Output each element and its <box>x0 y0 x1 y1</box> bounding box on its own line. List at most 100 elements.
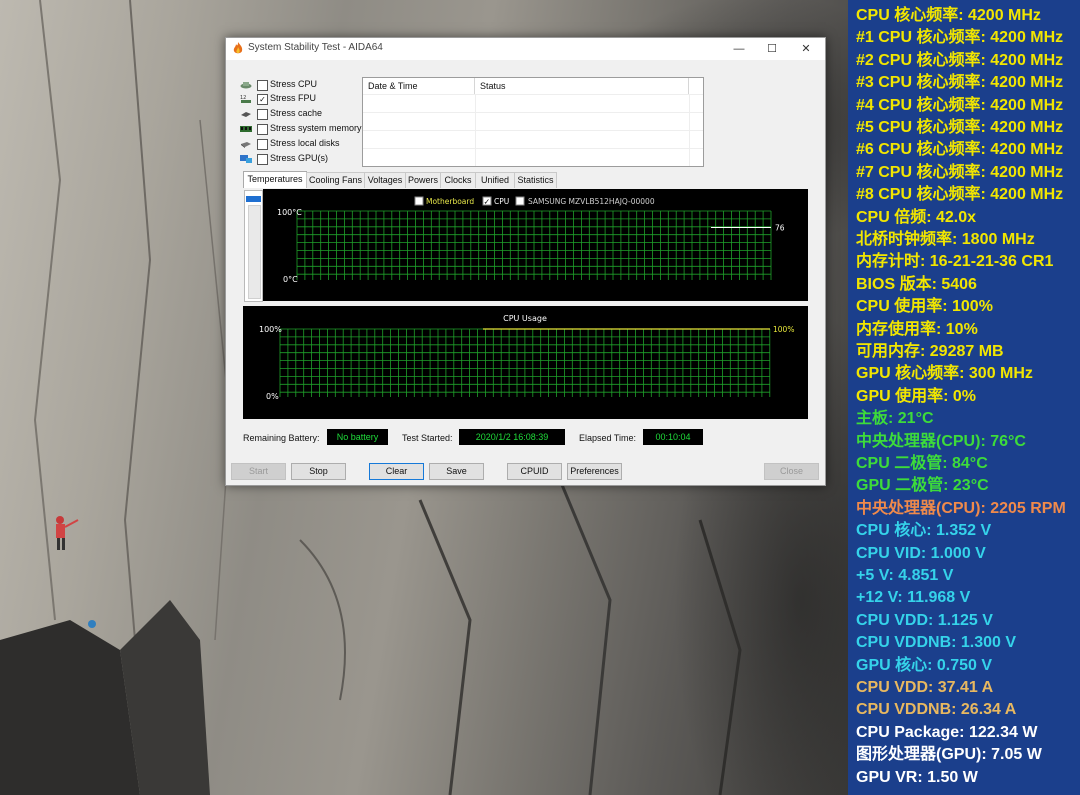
osd-sensor-line: CPU VDD: 37.41 A <box>856 679 994 696</box>
cpu-chip-icon <box>240 82 252 89</box>
close-window-button[interactable]: ✕ <box>789 38 823 60</box>
osd-sensor-line: GPU VR: 1.50 W <box>856 768 978 786</box>
legend-ssd-checkbox[interactable] <box>515 196 525 206</box>
stress-disks-checkbox[interactable] <box>257 139 268 150</box>
osd-sensor-line: 内存计时: 16-21-21-36 CR1 <box>856 253 1054 271</box>
column-status[interactable]: Status <box>475 78 689 94</box>
osd-sensor-line: CPU VDDNB: 26.34 A <box>856 701 1017 719</box>
cpu-usage-graph-canvas: CPU Usage 100% 0% 100% <box>259 314 794 401</box>
cpu-y-min-label: 0% <box>266 392 279 401</box>
window-title: System Stability Test - AIDA64 <box>248 42 383 53</box>
maximize-button[interactable]: ☐ <box>755 38 789 60</box>
close-button[interactable]: Close <box>764 463 819 480</box>
osd-sensor-line: GPU 核心: 0.750 V <box>856 656 993 674</box>
stress-cache-label: Stress cache <box>270 108 323 118</box>
osd-sensor-line: 可用内存: 29287 MB <box>856 343 1004 360</box>
cpu-usage-graph: CPU Usage 100% 0% 100% <box>243 306 808 419</box>
tab-statistics[interactable]: Statistics <box>514 172 557 188</box>
title-bar[interactable]: System Stability Test - AIDA64 — ☐ ✕ <box>226 38 825 60</box>
temperature-graph-canvas: 100°C 0°C Motherboard ✓ CPU SAMSUNG MZVL… <box>277 196 785 284</box>
stress-cache-checkbox[interactable] <box>257 109 268 120</box>
tab-unified[interactable]: Unified <box>475 172 515 188</box>
osd-sensor-line: CPU VID: 1.000 V <box>856 544 986 562</box>
graph-selector-list[interactable] <box>244 190 263 302</box>
clear-button[interactable]: Clear <box>369 463 424 480</box>
fpu-icon: 12 <box>240 95 251 103</box>
osd-sensor-line: 北桥时钟频率: 1800 MHz <box>856 231 1035 248</box>
osd-sensor-line: BIOS 版本: 5406 <box>856 275 977 293</box>
osd-sensor-line: #2 CPU 核心频率: 4200 MHz <box>856 51 1064 69</box>
osd-sensor-line: 中央处理器(CPU): 76°C <box>856 432 1026 450</box>
stress-cpu-checkbox[interactable] <box>257 80 268 91</box>
tab-cooling-fans[interactable]: Cooling Fans <box>306 172 365 188</box>
stop-button[interactable]: Stop <box>291 463 346 480</box>
stress-fpu-checkbox[interactable]: ✓ <box>257 94 268 105</box>
osd-sensor-line: CPU 二极管: 84°C <box>856 455 988 472</box>
osd-sensor-line: GPU 核心频率: 300 MHz <box>856 365 1033 383</box>
osd-sensor-line: CPU Package: 122.34 W <box>856 723 1038 741</box>
cpu-usage-value: 100% <box>773 325 794 334</box>
stress-cpu-label: Stress CPU <box>270 79 318 89</box>
test-started-label: Test Started: <box>402 433 453 443</box>
osd-sensor-line: CPU 使用率: 100% <box>856 298 993 316</box>
legend-ssd-label: SAMSUNG MZVLB512HAJQ-00000 <box>528 197 655 206</box>
memory-module-icon <box>240 126 252 132</box>
save-button[interactable]: Save <box>429 463 484 480</box>
selected-graph-item[interactable] <box>246 196 261 202</box>
test-started-value: 2020/1/2 16:08:39 <box>459 429 565 445</box>
temp-legend: Motherboard ✓ CPU SAMSUNG MZVLB512HAJQ-0… <box>414 196 655 207</box>
list-scrollbar[interactable] <box>248 205 261 299</box>
osd-sensor-line: #5 CPU 核心频率: 4200 MHz <box>856 119 1064 136</box>
stress-fpu-label: Stress FPU <box>270 93 317 103</box>
minimize-button[interactable]: — <box>722 38 756 60</box>
disk-icon <box>241 142 251 148</box>
stress-gpu-checkbox[interactable] <box>257 154 268 165</box>
tab-temperatures[interactable]: Temperatures <box>243 171 307 188</box>
osd-sensor-line: #7 CPU 核心频率: 4200 MHz <box>856 163 1064 181</box>
aida-flame-icon <box>233 42 243 54</box>
sensor-osd-panel: CPU 核心频率: 4200 MHz #1 CPU 核心频率: 4200 MHz #… <box>848 0 1080 795</box>
osd-sensor-line: +5 V: 4.851 V <box>856 567 954 584</box>
cpuid-button[interactable]: CPUID <box>507 463 562 480</box>
elapsed-time-label: Elapsed Time: <box>579 433 637 443</box>
cache-icon <box>241 112 251 117</box>
osd-sensor-line: CPU 倍频: 42.0x <box>856 208 977 226</box>
cpu-y-max-label: 100% <box>259 325 282 334</box>
osd-sensor-line: CPU VDD: 1.125 V <box>856 611 993 629</box>
osd-sensor-line: 内存使用率: 10% <box>856 320 978 338</box>
osd-sensor-line: #8 CPU 核心频率: 4200 MHz <box>856 186 1064 204</box>
battery-value: No battery <box>327 429 388 445</box>
tab-clocks[interactable]: Clocks <box>440 172 476 188</box>
osd-sensor-line: 主板: 21°C <box>856 410 934 428</box>
elapsed-time-value: 00:10:04 <box>643 429 703 445</box>
tab-voltages[interactable]: Voltages <box>364 172 406 188</box>
osd-sensor-line: GPU 二极管: 23°C <box>856 477 989 495</box>
osd-sensor-line: +12 V: 11.968 V <box>856 589 971 607</box>
osd-sensor-line: #6 CPU 核心频率: 4200 MHz <box>856 141 1064 159</box>
osd-sensor-line: #1 CPU 核心频率: 4200 MHz <box>856 29 1064 47</box>
gpu-icon <box>240 155 252 163</box>
battery-label: Remaining Battery: <box>243 433 320 443</box>
stress-gpu-label: Stress GPU(s) <box>270 153 329 163</box>
temp-y-min-label: 0°C <box>283 275 298 284</box>
column-date-time[interactable]: Date & Time <box>363 78 475 94</box>
legend-motherboard-checkbox[interactable] <box>414 196 424 206</box>
osd-sensor-line: CPU 核心: 1.352 V <box>856 522 992 540</box>
legend-cpu-checkmark: ✓ <box>484 198 491 207</box>
climber <box>56 516 79 550</box>
start-button[interactable]: Start <box>231 463 286 480</box>
tab-powers[interactable]: Powers <box>405 172 441 188</box>
stress-disks-label: Stress local disks <box>270 138 340 148</box>
osd-sensor-line: CPU 核心频率: 4200 MHz <box>856 7 1041 24</box>
temp-y-max-label: 100°C <box>277 208 302 217</box>
osd-sensor-line: 图形处理器(GPU): 7.05 W <box>856 746 1042 764</box>
preferences-button[interactable]: Preferences <box>567 463 622 480</box>
osd-sensor-line: CPU VDDNB: 1.300 V <box>856 634 1017 652</box>
stress-memory-checkbox[interactable] <box>257 124 268 135</box>
cpu-temperature-value: 76 <box>775 224 785 233</box>
stability-test-window[interactable]: System Stability Test - AIDA64 — ☐ ✕ Str… <box>225 37 826 486</box>
legend-cpu-label: CPU <box>494 197 509 206</box>
cpu-usage-title: CPU Usage <box>503 314 547 323</box>
status-log-table[interactable]: Date & Time Status <box>362 77 704 167</box>
osd-sensor-line: #3 CPU 核心频率: 4200 MHz <box>856 74 1064 92</box>
